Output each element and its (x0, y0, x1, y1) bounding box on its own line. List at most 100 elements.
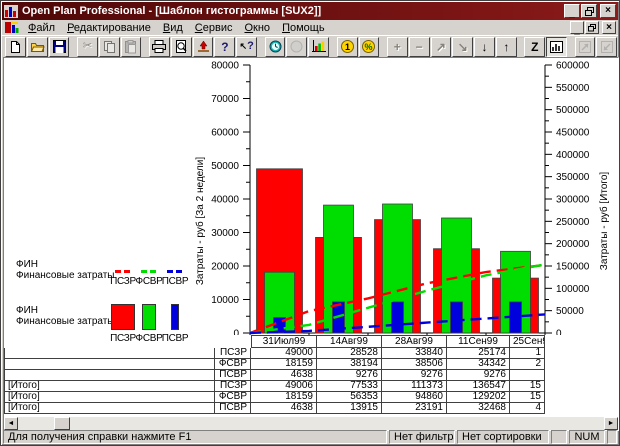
column-header-date: 14Авг99 (317, 335, 382, 348)
menu-edit[interactable]: Редактирование (61, 21, 157, 35)
histogram-button[interactable] (308, 37, 329, 57)
print-preview-button[interactable] (171, 37, 192, 57)
menu-items: ФайлРедактированиеВидСервисОкноПомощь (22, 21, 331, 35)
upload-button[interactable] (193, 37, 214, 57)
window-title: Open Plan Professional - [Шаблон гистогр… (22, 5, 563, 17)
plus-icon: + (394, 41, 401, 53)
row-metric-cell: ПСЗР (215, 348, 251, 359)
print-button[interactable] (149, 37, 170, 57)
menu-help[interactable]: Помощь (276, 21, 331, 35)
line-swatch-icon (115, 270, 132, 273)
value-cell: 49006 (251, 381, 317, 392)
child-close-button[interactable]: × (602, 21, 616, 34)
new-file-button[interactable] (5, 37, 26, 57)
table-row: [Итого]ПСЗР490067753311137313654715 (4, 381, 549, 392)
shrink-window-button[interactable] (596, 37, 617, 57)
svg-text:350000: 350000 (556, 172, 590, 183)
child-restore-button[interactable] (585, 21, 599, 34)
preview-icon (175, 40, 188, 54)
bar-legend-title: ФИН (16, 305, 110, 316)
menu-window[interactable]: Окно (238, 21, 276, 35)
svg-text:450000: 450000 (556, 128, 590, 139)
link-button[interactable]: ↗ (431, 37, 452, 57)
svg-text:500000: 500000 (556, 105, 590, 116)
value-cell: 56353 (317, 392, 382, 403)
menu-file[interactable]: Файл (22, 21, 61, 35)
corner-arrow-out-icon (579, 41, 591, 53)
menu-service[interactable]: Сервис (189, 21, 239, 35)
coin-percent-icon: % (362, 40, 375, 53)
chart-icon (312, 40, 326, 53)
bar-swatch-icon (171, 304, 179, 330)
minus-icon: − (416, 41, 423, 53)
app-window: Open Plan Professional - [Шаблон гистогр… (0, 0, 620, 446)
svg-text:400000: 400000 (556, 150, 590, 161)
view-histogram-button[interactable] (546, 37, 567, 57)
line-legend-items: ПСЗРФСВРПСВР (110, 258, 188, 287)
svg-text:10000: 10000 (211, 295, 239, 306)
table-header-row: 31Июл9914Авг9928Авг9911Сен9925Сен9 (4, 335, 549, 348)
row-group-cell (4, 348, 215, 359)
line-swatch-icon (141, 270, 158, 273)
value-cell: 9276 (447, 370, 510, 381)
cut-button[interactable]: ✂ (77, 37, 98, 57)
resource-analysis-button[interactable] (286, 37, 307, 57)
value-cell: 34342 (447, 359, 510, 370)
restore-button[interactable] (581, 4, 597, 18)
open-icon (30, 41, 45, 53)
value-cell: 4638 (251, 370, 317, 381)
paste-icon (125, 40, 137, 54)
svg-text:300000: 300000 (556, 195, 590, 206)
toolbar-separator (258, 37, 265, 57)
svg-text:200000: 200000 (556, 239, 590, 250)
value-cell: 13915 (317, 403, 382, 414)
app-icon (4, 5, 18, 18)
percent-button[interactable]: % (359, 37, 380, 57)
value-cell: 129202 (447, 392, 510, 403)
column-header-date: 28Авг99 (382, 335, 447, 348)
svg-text:Затраты - руб [Итого]: Затраты - руб [Итого] (598, 172, 610, 271)
cost-button[interactable]: 1 (337, 37, 358, 57)
copy-button[interactable] (99, 37, 120, 57)
sort-button[interactable]: Z (524, 37, 545, 57)
column-header-date: 25Сен9 (510, 335, 545, 348)
column-header-date: 31Июл99 (251, 335, 317, 348)
context-help-button[interactable]: ↖? (236, 37, 257, 57)
move-up-button[interactable]: ↑ (496, 37, 517, 57)
row-metric-cell: ПСВР (215, 370, 251, 381)
paste-button[interactable] (121, 37, 142, 57)
svg-text:150000: 150000 (556, 262, 590, 273)
open-file-button[interactable] (27, 37, 48, 57)
toolbar-separator (70, 37, 77, 57)
document-icon[interactable] (4, 21, 19, 34)
value-cell: 94860 (382, 392, 447, 403)
unlink-button[interactable]: ↘ (452, 37, 473, 57)
toolbar-separator (380, 37, 387, 57)
svg-text:50000: 50000 (211, 161, 239, 172)
time-analysis-button[interactable] (265, 37, 286, 57)
help-button[interactable]: ? (214, 37, 235, 57)
remove-button[interactable]: − (409, 37, 430, 57)
table-row: ПСВР4638927692769276 (4, 370, 549, 381)
save-file-button[interactable] (49, 37, 70, 57)
status-num-lock: NUM (569, 430, 605, 444)
svg-text:0: 0 (556, 329, 562, 336)
row-group-cell: [Итого] (4, 381, 215, 392)
expand-window-button[interactable] (575, 37, 596, 57)
value-cell: 136547 (447, 381, 510, 392)
value-cell: 33840 (382, 348, 447, 359)
value-cell: 28528 (317, 348, 382, 359)
child-minimize-button[interactable]: _ (570, 21, 584, 34)
status-empty-panel (551, 430, 567, 444)
legend-label: ПСЗР (110, 276, 136, 287)
arrow-up-icon: ↑ (503, 41, 509, 53)
minimize-button[interactable]: _ (564, 4, 580, 18)
toolbar: ✂?↖? 1% + −↗↘↓ ↑ Z (2, 35, 618, 57)
add-button[interactable]: + (387, 37, 408, 57)
coin-1-icon: 1 (341, 40, 354, 53)
close-button[interactable]: × (600, 4, 616, 18)
move-down-button[interactable]: ↓ (474, 37, 495, 57)
row-group-cell: [Итого] (4, 403, 215, 414)
menu-view[interactable]: Вид (157, 21, 189, 35)
row-group-cell: [Итого] (4, 392, 215, 403)
